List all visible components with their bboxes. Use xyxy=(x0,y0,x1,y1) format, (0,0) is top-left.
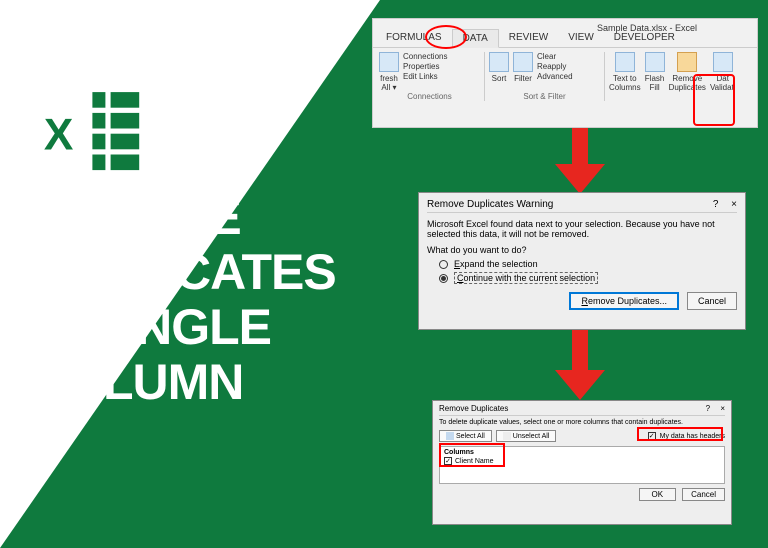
window-title: Sample Data.xlsx - Excel xyxy=(597,23,697,33)
refresh-all-button[interactable]: fresh All ▾ xyxy=(379,52,399,92)
flash-fill-button[interactable]: Flash Fill xyxy=(645,52,665,92)
group-sort-filter-label: Sort & Filter xyxy=(489,92,600,101)
cancel-button[interactable]: Cancel xyxy=(687,292,737,310)
arrow-down-icon xyxy=(550,330,610,400)
radio-icon xyxy=(439,260,448,269)
clear-link[interactable]: Clear xyxy=(537,52,573,61)
ok-button[interactable]: OK xyxy=(639,488,677,501)
flash-fill-icon xyxy=(645,52,665,72)
cancel-button[interactable]: Cancel xyxy=(682,488,725,501)
radio-expand-selection[interactable]: EExpand the selectionxpand the selection xyxy=(427,259,737,269)
unselect-all-button[interactable]: Unselect All xyxy=(496,430,557,442)
dialog2-close-icon[interactable]: × xyxy=(720,404,725,413)
dialog2-subtext: To delete duplicate values, select one o… xyxy=(439,419,725,426)
edit-links-link[interactable]: Edit Links xyxy=(403,72,447,81)
highlight-headers-checkbox xyxy=(637,427,723,441)
remove-duplicates-dialog: Remove Duplicates ? × To delete duplicat… xyxy=(432,400,732,525)
headline-text: REMOVE DUPLICATES IN SINGLE COLUMN xyxy=(30,190,336,410)
excel-ribbon: Sample Data.xlsx - Excel FORMULAS DATA R… xyxy=(372,18,758,128)
filter-icon xyxy=(513,52,533,72)
headline-line4: COLUMN xyxy=(30,355,336,410)
properties-link[interactable]: Properties xyxy=(403,62,447,71)
headline-line3: IN SINGLE xyxy=(30,300,336,355)
remove-duplicates-warning-dialog: Remove Duplicates Warning ? × Microsoft … xyxy=(418,192,746,330)
dialog2-title: Remove Duplicates xyxy=(439,404,508,413)
radio-continue-current[interactable]: Continue with the current selection xyxy=(427,272,737,284)
refresh-icon xyxy=(379,52,399,72)
sort-icon xyxy=(489,52,509,72)
dialog1-close-icon[interactable]: × xyxy=(731,199,737,210)
highlight-columns-list xyxy=(439,443,505,467)
tab-review[interactable]: REVIEW xyxy=(499,29,558,47)
highlight-remove-duplicates xyxy=(693,74,735,126)
headline-line1: REMOVE xyxy=(30,190,336,245)
remove-duplicates-icon xyxy=(677,52,697,72)
sort-button[interactable]: Sort xyxy=(489,52,509,83)
remove-duplicates-confirm-button[interactable]: Remove Duplicates... xyxy=(569,292,679,310)
headline-line2: DUPLICATES xyxy=(30,245,336,300)
group-connections-label: Connections xyxy=(379,92,480,101)
text-to-columns-button[interactable]: Text to Columns xyxy=(609,52,641,92)
select-all-icon xyxy=(446,432,454,440)
svg-text:X: X xyxy=(44,110,74,159)
reapply-link[interactable]: Reapply xyxy=(537,62,573,71)
highlight-data-tab xyxy=(425,25,467,49)
text-to-columns-icon xyxy=(615,52,635,72)
dialog1-help-icon[interactable]: ? xyxy=(713,199,719,210)
advanced-link[interactable]: Advanced xyxy=(537,72,573,81)
unselect-all-icon xyxy=(503,432,511,440)
dialog1-title: Remove Duplicates Warning xyxy=(427,199,553,210)
dialog2-help-icon[interactable]: ? xyxy=(706,404,710,413)
data-validation-icon xyxy=(713,52,733,72)
filter-button[interactable]: Filter xyxy=(513,52,533,83)
arrow-down-icon xyxy=(550,128,610,194)
connections-link[interactable]: Connections xyxy=(403,52,447,61)
radio-icon-checked xyxy=(439,274,448,283)
select-all-button[interactable]: Select All xyxy=(439,430,492,442)
excel-logo-icon: X xyxy=(30,75,160,195)
dialog1-body-text: Microsoft Excel found data next to your … xyxy=(427,219,737,239)
dialog1-question: What do you want to do? xyxy=(427,245,737,255)
